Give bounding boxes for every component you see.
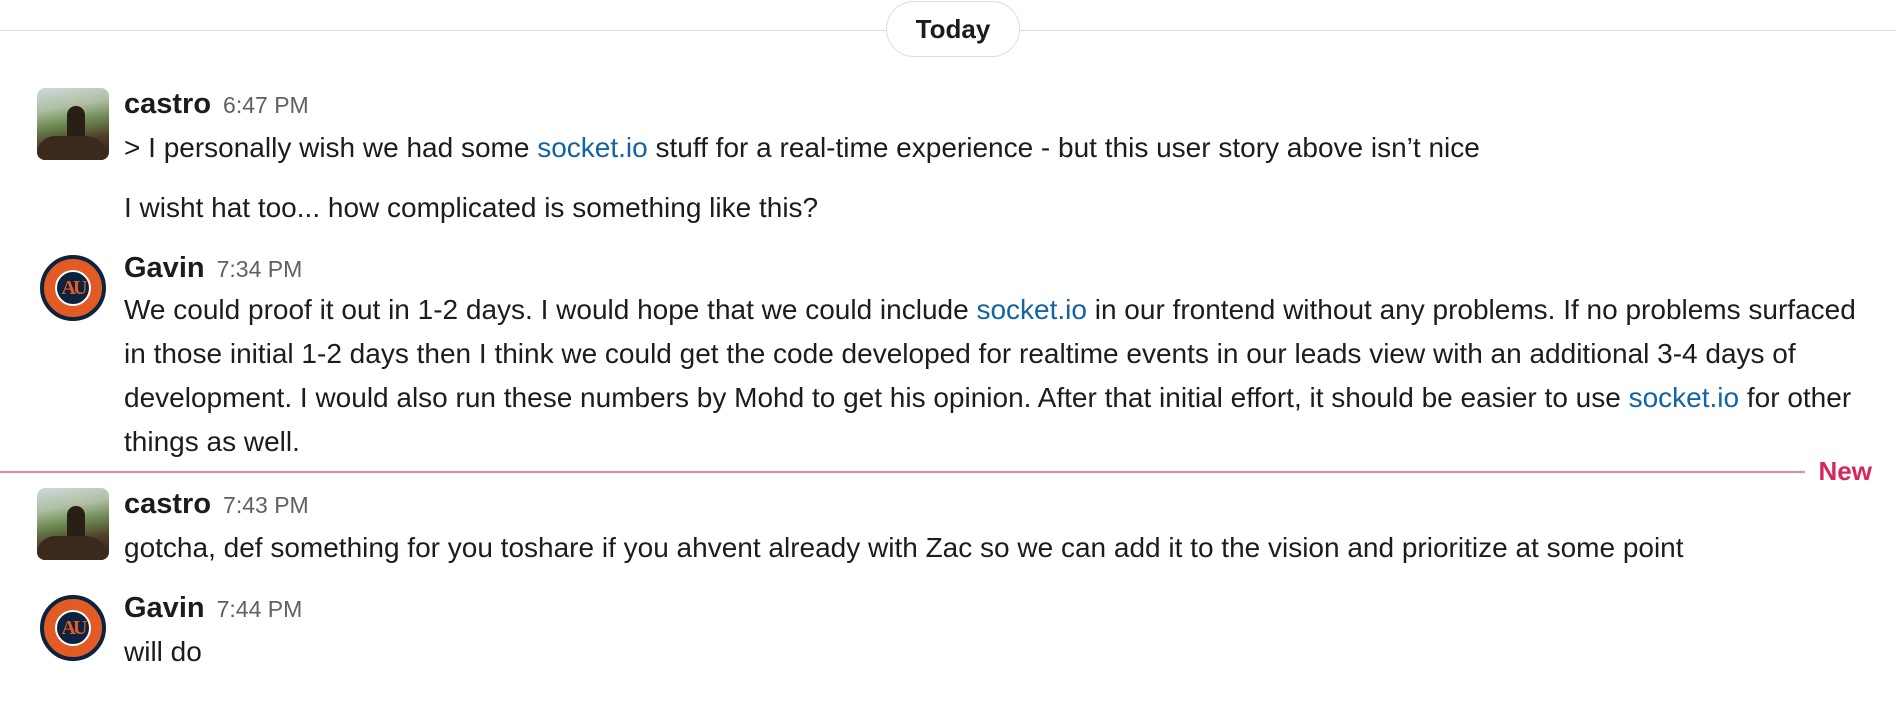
message-text: > I personally wish we had some socket.i… bbox=[124, 132, 1480, 163]
message-header: Gavin 7:44 PM bbox=[124, 590, 302, 627]
sender-name[interactable]: castro bbox=[124, 488, 211, 520]
landscape-photo-avatar[interactable] bbox=[37, 88, 109, 160]
sender-name[interactable]: Gavin bbox=[124, 252, 205, 284]
message-header: castro 7:43 PM bbox=[124, 486, 309, 523]
message: AU Gavin 7:34 PM We could proof it out in… bbox=[0, 250, 1896, 460]
timestamp[interactable]: 7:34 PM bbox=[217, 256, 303, 282]
message: castro 6:47 PM > I personally wish we had… bbox=[0, 86, 1896, 226]
landscape-photo-avatar[interactable] bbox=[37, 488, 109, 560]
timestamp[interactable]: 7:43 PM bbox=[223, 492, 309, 518]
new-divider-label: New bbox=[1818, 456, 1872, 486]
sender-name[interactable]: castro bbox=[124, 88, 211, 120]
day-divider: Today bbox=[0, 0, 1896, 60]
logo-monogram: AU bbox=[55, 270, 91, 306]
message: castro 7:43 PM gotcha, def something for … bbox=[0, 486, 1896, 566]
logo-monogram: AU bbox=[55, 610, 91, 646]
auburn-tigers-logo-avatar[interactable]: AU bbox=[37, 252, 109, 324]
day-divider-button[interactable]: Today bbox=[886, 1, 1020, 57]
message-text: I wisht hat too... how complicated is so… bbox=[124, 192, 819, 223]
message-text: will do bbox=[124, 636, 202, 667]
message: AU Gavin 7:44 PM will do bbox=[0, 590, 1896, 674]
auburn-tigers-logo-avatar[interactable]: AU bbox=[37, 592, 109, 664]
new-divider-line bbox=[0, 471, 1805, 473]
message-text: gotcha, def something for you toshare if… bbox=[124, 532, 1684, 563]
timestamp[interactable]: 7:44 PM bbox=[217, 596, 303, 622]
link[interactable]: socket.io bbox=[976, 294, 1087, 325]
message-text: We could proof it out in 1-2 days. I wou… bbox=[124, 294, 1856, 457]
message-header: castro 6:47 PM bbox=[124, 86, 309, 123]
link[interactable]: socket.io bbox=[1629, 382, 1740, 413]
message-header: Gavin 7:34 PM bbox=[124, 250, 302, 287]
new-messages-divider: New bbox=[0, 456, 1896, 486]
timestamp[interactable]: 6:47 PM bbox=[223, 92, 309, 118]
link[interactable]: socket.io bbox=[537, 132, 648, 163]
sender-name[interactable]: Gavin bbox=[124, 592, 205, 624]
